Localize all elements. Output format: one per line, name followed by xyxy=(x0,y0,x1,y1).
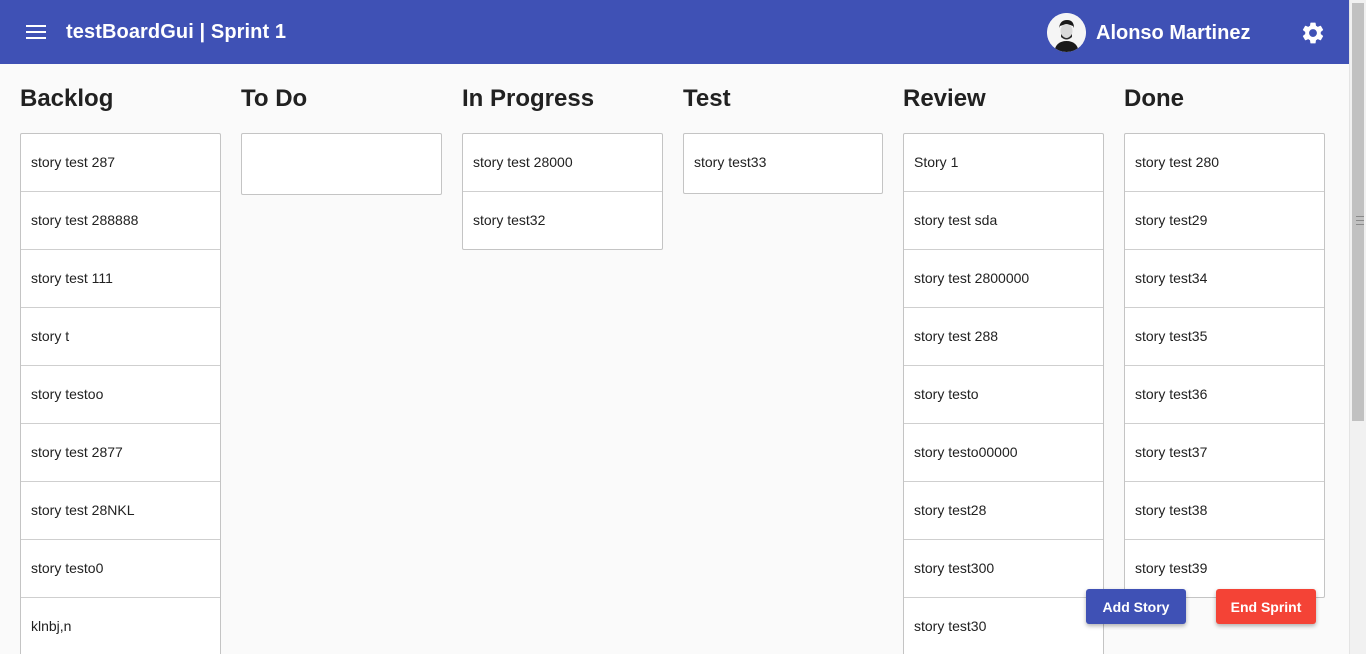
story-card[interactable]: story test36 xyxy=(1125,366,1324,424)
add-story-button[interactable]: Add Story xyxy=(1086,589,1186,624)
column-title: Done xyxy=(1124,85,1184,112)
story-card[interactable]: story test 28000 xyxy=(463,134,662,192)
story-card[interactable]: story test 280 xyxy=(1125,134,1324,192)
story-card[interactable]: story testo00000 xyxy=(904,424,1103,482)
column-review: Review Story 1 story test sda story test… xyxy=(903,84,1104,654)
story-list: story test 280 story test29 story test34… xyxy=(1124,133,1325,598)
story-card[interactable]: story test29 xyxy=(1125,192,1324,250)
scrollbar-thumb[interactable] xyxy=(1352,3,1364,421)
hamburger-menu-icon[interactable] xyxy=(26,25,46,39)
story-card[interactable]: story test 287 xyxy=(21,134,220,192)
end-sprint-button[interactable]: End Sprint xyxy=(1216,589,1316,624)
column-backlog: Backlog story test 287 story test 288888… xyxy=(20,84,221,654)
column-title: Test xyxy=(683,85,731,112)
story-card[interactable]: story testoo xyxy=(21,366,220,424)
user-avatar[interactable] xyxy=(1047,13,1086,52)
story-card[interactable]: story testo xyxy=(904,366,1103,424)
column-to-do: To Do xyxy=(241,84,442,195)
story-card[interactable]: story test32 xyxy=(463,192,662,249)
story-card[interactable]: story test34 xyxy=(1125,250,1324,308)
story-card[interactable]: story test sda xyxy=(904,192,1103,250)
story-card[interactable]: story test 111 xyxy=(21,250,220,308)
column-title: Review xyxy=(903,85,986,112)
avatar-icon xyxy=(1047,13,1086,52)
story-card[interactable]: klnbj,n xyxy=(21,598,220,654)
menu-button[interactable] xyxy=(20,20,52,44)
story-card[interactable]: Story 1 xyxy=(904,134,1103,192)
story-card[interactable]: story test 288 xyxy=(904,308,1103,366)
column-title: Backlog xyxy=(20,85,114,112)
story-card[interactable]: story test 2800000 xyxy=(904,250,1103,308)
story-list-empty[interactable] xyxy=(241,133,442,195)
story-card[interactable]: story test37 xyxy=(1125,424,1324,482)
settings-button[interactable] xyxy=(1300,20,1326,46)
story-card[interactable]: story test35 xyxy=(1125,308,1324,366)
column-title: In Progress xyxy=(462,85,595,112)
column-done: Done story test 280 story test29 story t… xyxy=(1124,84,1325,598)
story-card[interactable]: story test300 xyxy=(904,540,1103,598)
board-title: testBoardGui | Sprint 1 xyxy=(66,21,287,43)
story-card[interactable]: story test 2877 xyxy=(21,424,220,482)
vertical-scrollbar[interactable] xyxy=(1349,0,1366,654)
scrollbar-grip-icon xyxy=(1356,216,1364,225)
app-toolbar: testBoardGui | Sprint 1 Alonso Martinez xyxy=(0,0,1349,64)
story-card[interactable]: story test33 xyxy=(684,134,882,193)
story-list: Story 1 story test sda story test 280000… xyxy=(903,133,1104,654)
story-list: story test33 xyxy=(683,133,883,194)
story-card[interactable]: story test30 xyxy=(904,598,1103,654)
story-card[interactable]: story t xyxy=(21,308,220,366)
story-card[interactable]: story test 28NKL xyxy=(21,482,220,540)
user-name[interactable]: Alonso Martinez xyxy=(1096,21,1250,45)
gear-icon[interactable] xyxy=(1300,20,1326,46)
story-list: story test 287 story test 288888 story t… xyxy=(20,133,221,654)
column-test: Test story test33 xyxy=(683,84,883,194)
column-title: To Do xyxy=(241,85,308,112)
story-card[interactable]: story test 288888 xyxy=(21,192,220,250)
story-list: story test 28000 story test32 xyxy=(462,133,663,250)
story-card[interactable]: story testo0 xyxy=(21,540,220,598)
story-card[interactable]: story test38 xyxy=(1125,482,1324,540)
column-in-progress: In Progress story test 28000 story test3… xyxy=(462,84,663,250)
story-card[interactable]: story test28 xyxy=(904,482,1103,540)
